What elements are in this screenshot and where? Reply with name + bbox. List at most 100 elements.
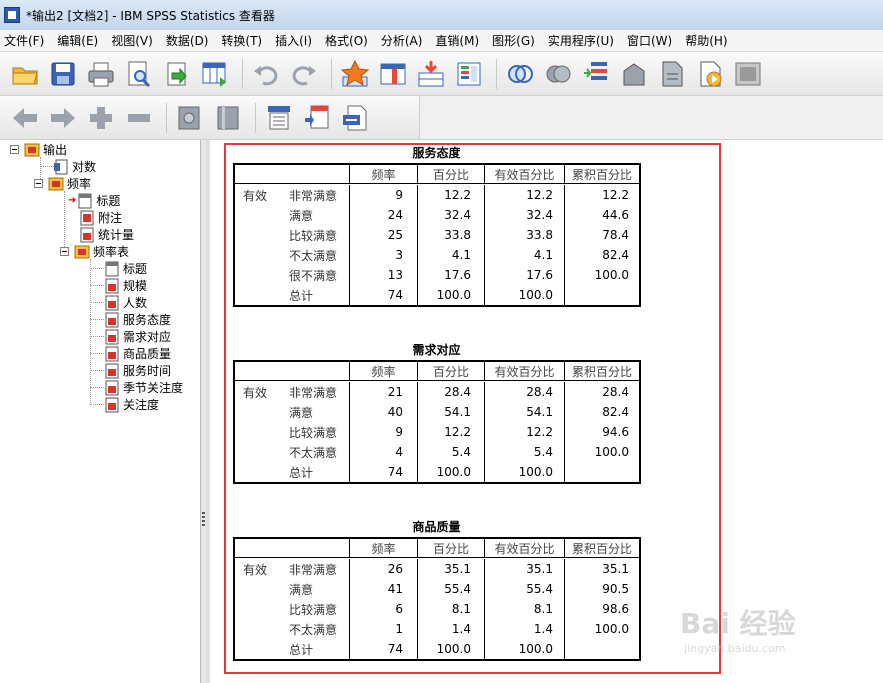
save-icon[interactable] — [46, 57, 80, 91]
watermark-url: jingyan.baidu.com — [684, 642, 786, 655]
goto-case-icon[interactable] — [338, 57, 372, 91]
collapse-icon[interactable] — [122, 101, 156, 135]
title-icon — [105, 261, 119, 276]
pivot-table-icon — [105, 278, 119, 293]
title-icon — [78, 193, 92, 208]
tree-label: 规模 — [123, 279, 148, 293]
tree-connector — [90, 319, 104, 320]
collapse-toggle-icon[interactable] — [60, 247, 69, 256]
menu-data[interactable]: 数据(D) — [162, 32, 218, 49]
insert-text-icon[interactable] — [338, 101, 372, 135]
menu-graphs[interactable]: 图形(G) — [488, 32, 544, 49]
output-folder-icon — [74, 245, 90, 258]
pivot-table-icon — [105, 329, 119, 344]
open-folder-icon[interactable] — [8, 57, 42, 91]
tree-item-service-time[interactable]: 服务时间 — [104, 362, 171, 379]
tree-item-title[interactable]: ➜ 标题 — [68, 192, 120, 209]
value-labels-icon[interactable] — [617, 57, 651, 91]
menu-transform[interactable]: 转换(T) — [217, 32, 271, 49]
split-file-icon[interactable] — [503, 57, 537, 91]
insert-case-icon[interactable] — [414, 57, 448, 91]
menu-window[interactable]: 窗口(W) — [623, 32, 681, 49]
toolbar-filler — [420, 96, 883, 140]
menu-file[interactable]: 文件(F) — [0, 32, 53, 49]
tree-item-service-attitude[interactable]: 服务态度 — [104, 311, 171, 328]
tree-item-attention[interactable]: 关注度 — [104, 396, 159, 413]
hide-items-icon[interactable] — [211, 101, 245, 135]
pivot-table-icon — [105, 295, 119, 310]
tree-label: 标题 — [123, 262, 148, 276]
back-arrow-icon[interactable] — [8, 101, 42, 135]
tree-item-log[interactable]: 对数 — [53, 158, 96, 175]
tree-item-seasonal-attention[interactable]: 季节关注度 — [104, 379, 183, 396]
outline-toolbar — [0, 96, 420, 140]
tree-label: 人数 — [123, 296, 148, 310]
toolbar-separator — [166, 102, 167, 133]
tree-connector — [90, 336, 104, 337]
pivot-table-icon — [80, 227, 94, 242]
menu-edit[interactable]: 编辑(E) — [53, 32, 107, 49]
pivot-table-icon — [105, 363, 119, 378]
export-icon[interactable] — [160, 57, 194, 91]
weight-cases-icon[interactable] — [541, 57, 575, 91]
tree-label: 服务时间 — [123, 364, 172, 378]
tree-item-headcount[interactable]: 人数 — [104, 294, 147, 311]
tree-item-product-quality[interactable]: 商品质量 — [104, 345, 171, 362]
pivot-table-icon — [105, 397, 119, 412]
outline-pane[interactable]: 输出 对数 频率 ➜ 标题 附注 统计量 频率表 标题 规模 人数 服务态度 需… — [0, 140, 201, 683]
tree-label: 对数 — [72, 160, 97, 174]
title-bar: *输出2 [文档2] - IBM SPSS Statistics 查看器 — [0, 0, 883, 30]
menu-utilities[interactable]: 实用程序(U) — [544, 32, 623, 49]
content-left-edge — [206, 140, 210, 683]
current-item-arrow-icon: ➜ — [68, 195, 77, 206]
output-folder-icon — [24, 143, 40, 156]
menu-direct-marketing[interactable]: 直销(M) — [431, 32, 488, 49]
tree-connector — [90, 285, 104, 286]
show-icon[interactable] — [173, 101, 207, 135]
insert-heading-icon[interactable] — [262, 101, 296, 135]
selection-highlight-box — [224, 143, 721, 674]
tree-label: 统计量 — [98, 228, 135, 242]
goto-variable-icon[interactable] — [376, 57, 410, 91]
tree-item-frequencies[interactable]: 频率 — [34, 175, 91, 192]
pivot-table-icon — [105, 312, 119, 327]
select-cases-icon[interactable] — [579, 57, 613, 91]
menu-format[interactable]: 格式(O) — [321, 32, 377, 49]
toolbar-separator — [242, 58, 243, 89]
run-script-icon[interactable] — [693, 57, 727, 91]
variables-icon[interactable] — [452, 57, 486, 91]
expand-icon[interactable] — [84, 101, 118, 135]
undo-icon[interactable] — [249, 57, 283, 91]
forward-arrow-icon[interactable] — [46, 101, 80, 135]
menu-analyze[interactable]: 分析(A) — [377, 32, 432, 49]
print-preview-icon[interactable] — [122, 57, 156, 91]
print-icon[interactable] — [84, 57, 118, 91]
tree-connector — [40, 166, 54, 167]
collapse-toggle-icon[interactable] — [10, 145, 19, 154]
redo-icon[interactable] — [287, 57, 321, 91]
tree-item-statistics[interactable]: 统计量 — [79, 226, 134, 243]
collapse-toggle-icon[interactable] — [34, 179, 43, 188]
tree-connector — [90, 370, 104, 371]
menu-help[interactable]: 帮助(H) — [681, 32, 736, 49]
goto-data-icon[interactable] — [198, 57, 232, 91]
tree-item-demand-response[interactable]: 需求对应 — [104, 328, 171, 345]
menu-insert[interactable]: 插入(I) — [271, 32, 321, 49]
pivot-table-icon — [105, 380, 119, 395]
window-title: *输出2 [文档2] - IBM SPSS Statistics 查看器 — [26, 8, 275, 23]
insert-title-icon[interactable] — [300, 101, 334, 135]
tree-label: 季节关注度 — [123, 381, 184, 395]
tree-item-notes[interactable]: 附注 — [79, 209, 122, 226]
tree-item-subtitle[interactable]: 标题 — [104, 260, 147, 277]
output-folder-icon — [48, 177, 64, 190]
tree-connector — [90, 387, 104, 388]
tree-item-scale[interactable]: 规模 — [104, 277, 147, 294]
tree-root-output[interactable]: 输出 — [10, 141, 67, 158]
menu-bar: 文件(F) 编辑(E) 视图(V) 数据(D) 转换(T) 插入(I) 格式(O… — [0, 30, 883, 52]
tree-label: 标题 — [96, 194, 121, 208]
tree-label: 输出 — [43, 143, 68, 157]
designate-window-icon[interactable] — [655, 57, 689, 91]
hide-icon[interactable] — [731, 57, 765, 91]
menu-view[interactable]: 视图(V) — [107, 32, 162, 49]
tree-item-frequency-table[interactable]: 频率表 — [60, 243, 129, 260]
